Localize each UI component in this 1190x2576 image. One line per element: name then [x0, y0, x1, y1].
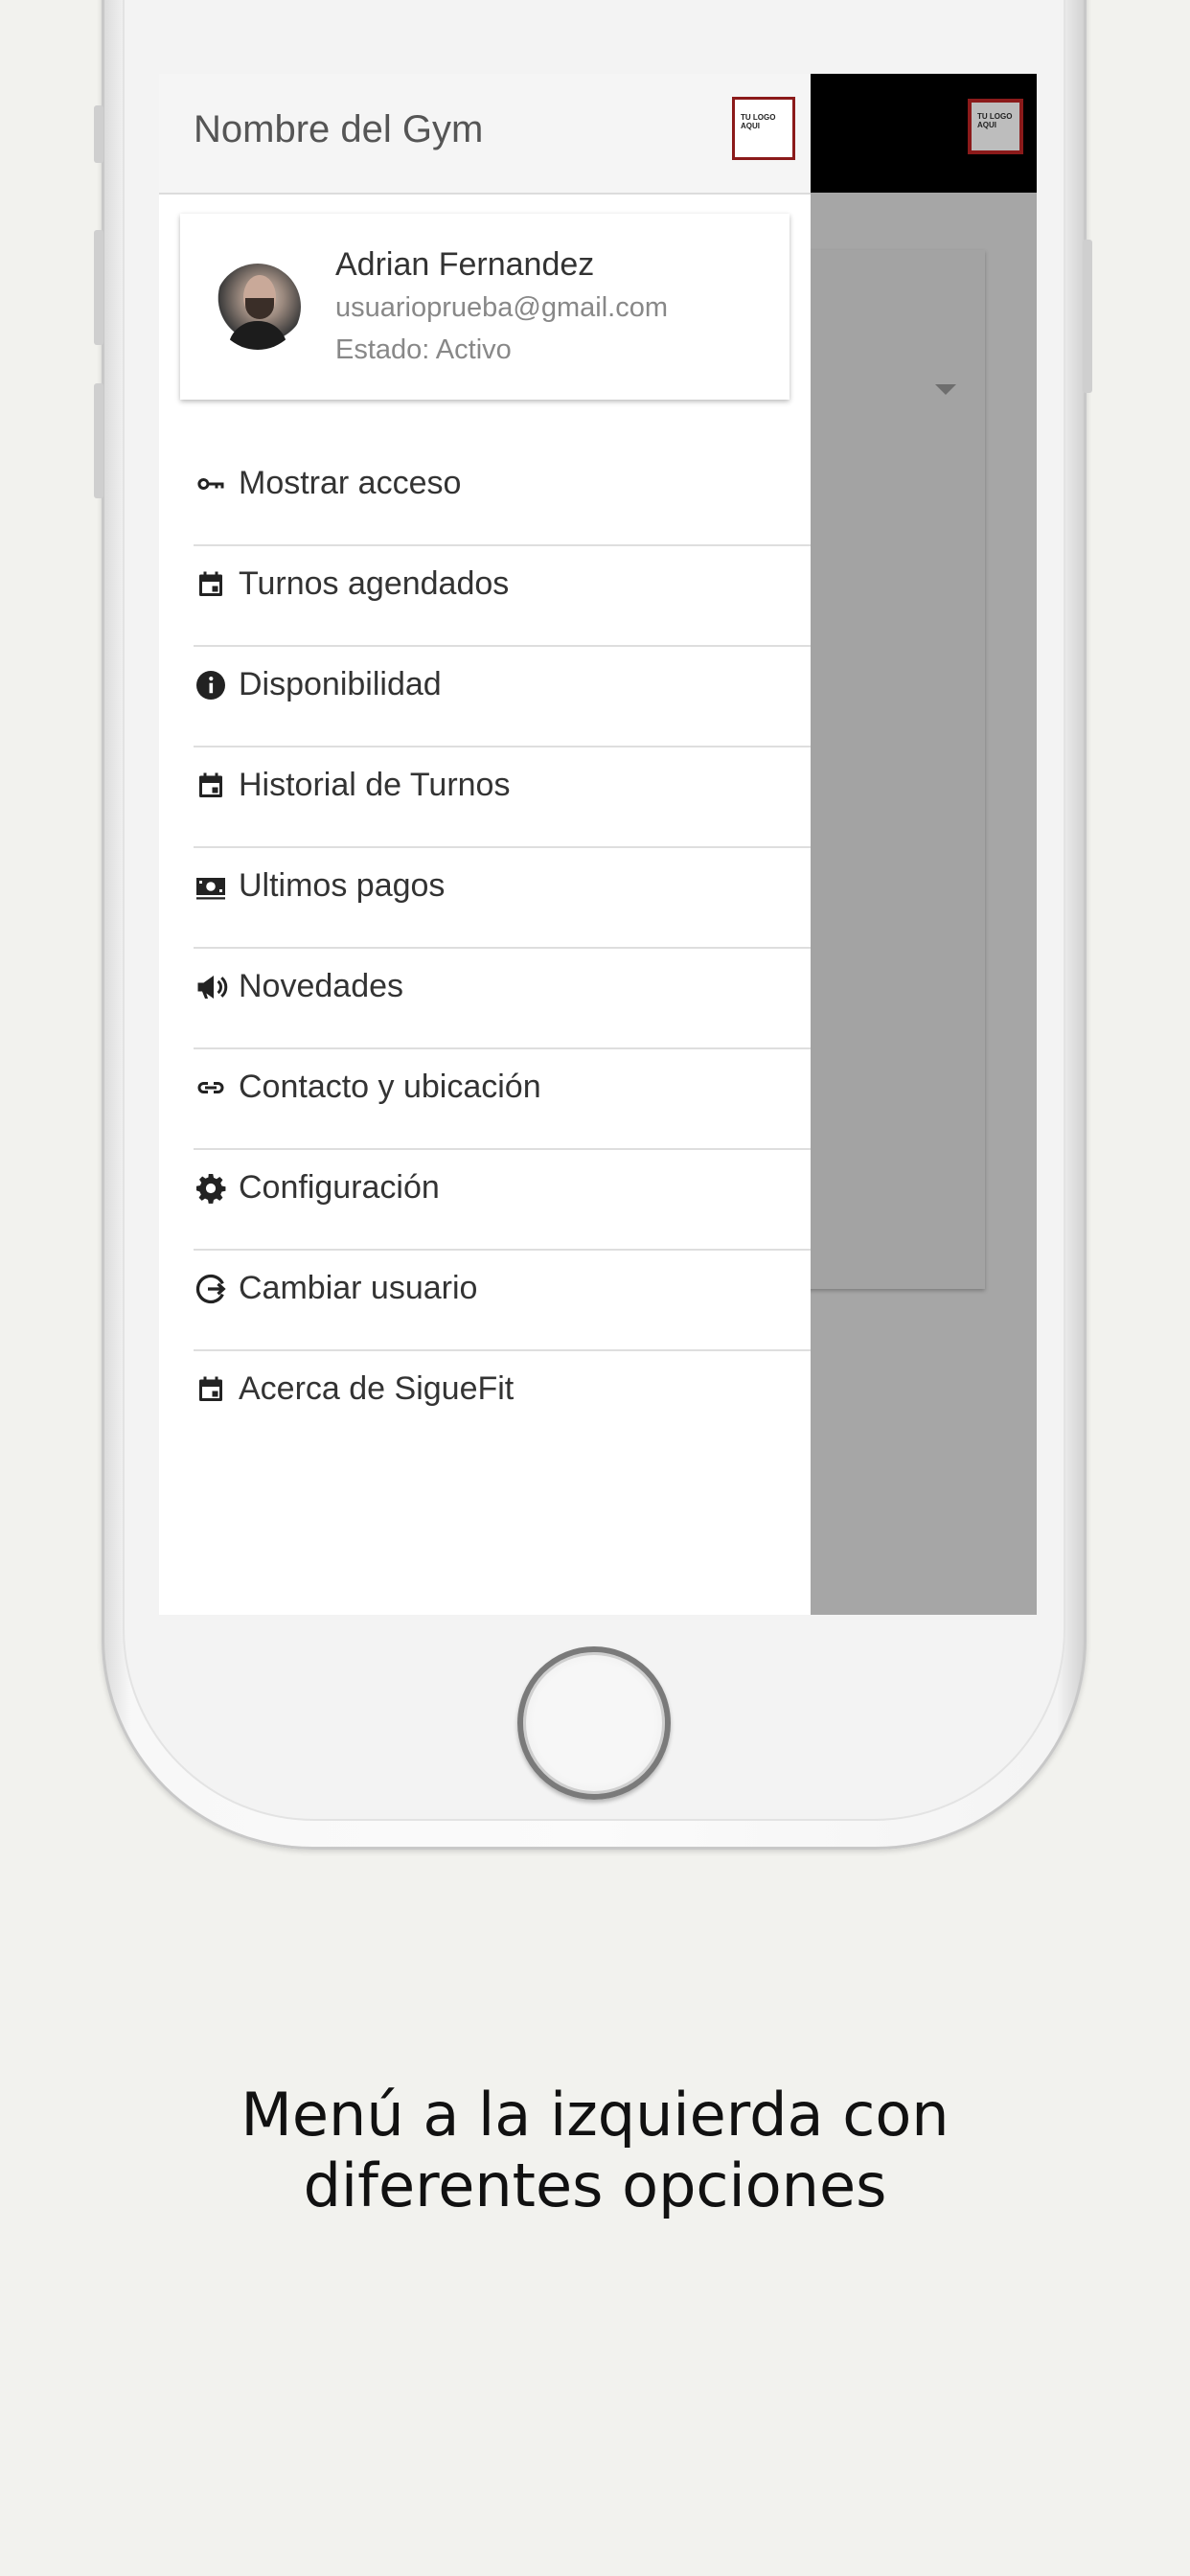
- user-status: Estado: Activo: [335, 334, 512, 365]
- drawer-menu: Mostrar acceso Turnos agendados Disponib…: [194, 446, 811, 1452]
- menu-item-disponibilidad[interactable]: Disponibilidad: [194, 647, 811, 748]
- phone-volume-down: [94, 383, 103, 498]
- avatar: [215, 264, 301, 350]
- menu-item-label: Contacto y ubicación: [239, 1069, 541, 1105]
- gym-name-title: Nombre del Gym: [194, 108, 484, 150]
- drawer-header: Nombre del Gym TU LOGO AQUI: [159, 74, 811, 195]
- user-name: Adrian Fernandez: [335, 246, 595, 283]
- key-icon: [197, 477, 224, 490]
- menu-item-ultimos-pagos[interactable]: Ultimos pagos: [194, 848, 811, 949]
- menu-item-configuracion[interactable]: Configuración: [194, 1150, 811, 1251]
- user-email: usuarioprueba@gmail.com: [335, 292, 668, 323]
- link-icon: [197, 1082, 224, 1093]
- menu-item-label: Turnos agendados: [239, 565, 510, 602]
- calendar-icon: [199, 1376, 222, 1401]
- menu-item-acerca-de[interactable]: Acerca de SigueFit: [194, 1351, 811, 1452]
- menu-item-contacto-ubicacion[interactable]: Contacto y ubicación: [194, 1049, 811, 1150]
- menu-item-label: Novedades: [239, 968, 404, 1004]
- menu-item-label: Mostrar acceso: [239, 465, 462, 501]
- menu-item-mostrar-acceso[interactable]: Mostrar acceso: [194, 446, 811, 546]
- menu-item-novedades[interactable]: Novedades: [194, 949, 811, 1049]
- phone-volume-up: [94, 230, 103, 345]
- dropdown-caret-icon[interactable]: [935, 384, 956, 395]
- menu-item-label: Historial de Turnos: [239, 767, 511, 803]
- gear-icon: [196, 1174, 226, 1204]
- calendar-icon: [199, 772, 222, 797]
- menu-item-cambiar-usuario[interactable]: Cambiar usuario: [194, 1251, 811, 1351]
- phone-side-button: [94, 105, 103, 163]
- promo-caption: Menú a la izquierda con diferentes opcio…: [0, 2080, 1190, 2221]
- navigation-drawer: Nombre del Gym TU LOGO AQUI Adrian Ferna…: [159, 74, 811, 1615]
- menu-item-turnos-agendados[interactable]: Turnos agendados: [194, 546, 811, 647]
- menu-item-label: Acerca de SigueFit: [239, 1370, 515, 1407]
- megaphone-icon: [197, 976, 228, 999]
- menu-item-label: Ultimos pagos: [239, 867, 446, 904]
- app-logo: TU LOGO AQUI: [968, 99, 1023, 154]
- menu-item-label: Configuración: [239, 1169, 440, 1206]
- gym-logo: TU LOGO AQUI: [732, 97, 795, 160]
- home-button[interactable]: [517, 1646, 671, 1800]
- money-icon: [196, 878, 225, 900]
- caption-line-1: Menú a la izquierda con: [240, 2080, 950, 2150]
- logout-icon: [195, 1274, 226, 1304]
- phone-screen: TU LOGO AQUI Nombre del Gym TU LOGO AQUI…: [159, 74, 1037, 1615]
- caption-line-2: diferentes opciones: [303, 2150, 887, 2220]
- user-profile-card[interactable]: Adrian Fernandez usuarioprueba@gmail.com…: [180, 214, 790, 400]
- menu-item-label: Cambiar usuario: [239, 1270, 478, 1306]
- menu-item-historial-turnos[interactable]: Historial de Turnos: [194, 748, 811, 848]
- menu-item-label: Disponibilidad: [239, 666, 442, 702]
- phone-power-button: [1083, 240, 1092, 393]
- calendar-icon: [199, 571, 222, 596]
- info-icon: [196, 671, 225, 700]
